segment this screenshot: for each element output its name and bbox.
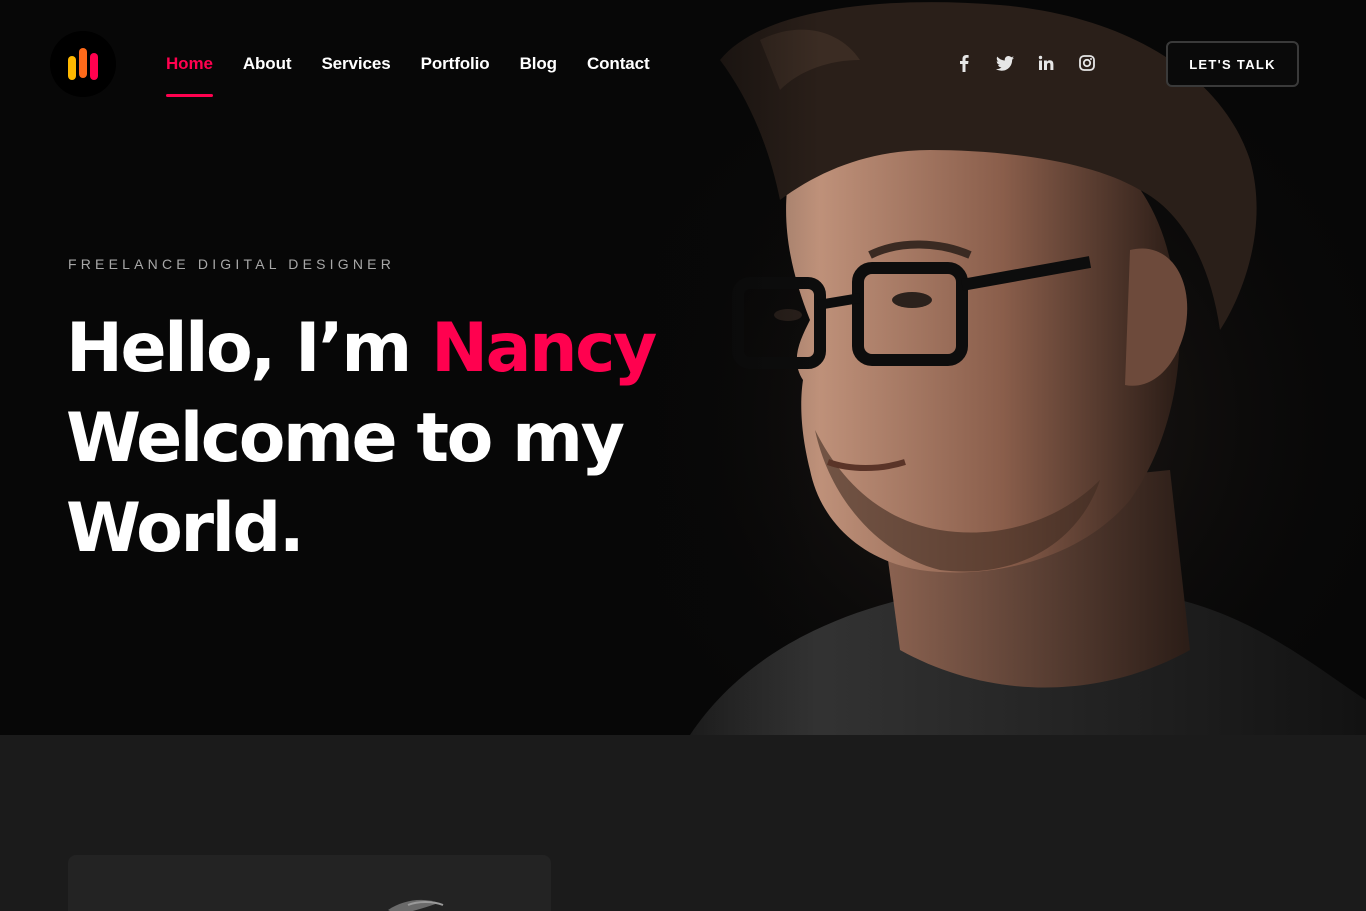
nav-services[interactable]: Services (321, 52, 390, 76)
about-card-image (388, 899, 444, 911)
nav-blog[interactable]: Blog (520, 52, 557, 76)
nav-portfolio[interactable]: Portfolio (421, 52, 490, 76)
nav-about[interactable]: About (243, 52, 292, 76)
hero-section: Home About Services Portfolio Blog Conta… (0, 0, 1366, 735)
twitter-icon[interactable] (993, 52, 1017, 74)
headline-line-2: Welcome to my (66, 399, 625, 478)
hero-headline: Hello, I’m Nancy Welcome to my World. (66, 304, 766, 574)
site-logo[interactable] (50, 31, 116, 97)
lets-talk-button[interactable]: LET'S TALK (1166, 41, 1299, 87)
main-nav: Home About Services Portfolio Blog Conta… (166, 52, 680, 97)
headline-name: Nancy (431, 309, 657, 388)
about-image-card (68, 855, 551, 911)
instagram-icon[interactable] (1075, 52, 1099, 74)
facebook-icon[interactable] (952, 52, 976, 74)
logo-bars-icon (68, 48, 98, 80)
nav-contact[interactable]: Contact (587, 52, 650, 76)
headline-line-3: World. (66, 489, 305, 568)
nav-active-underline (166, 94, 213, 97)
headline-greeting: Hello, I’m (66, 309, 412, 388)
nav-home[interactable]: Home (166, 52, 213, 97)
nav-home-label: Home (166, 54, 213, 73)
hero-subtitle: FREELANCE DIGITAL DESIGNER (68, 256, 396, 272)
social-links (952, 52, 1116, 74)
page: Home About Services Portfolio Blog Conta… (0, 0, 1366, 911)
about-section (0, 735, 1366, 911)
linkedin-icon[interactable] (1034, 52, 1058, 74)
headline-line-1: Hello, I’m Nancy (66, 304, 766, 394)
